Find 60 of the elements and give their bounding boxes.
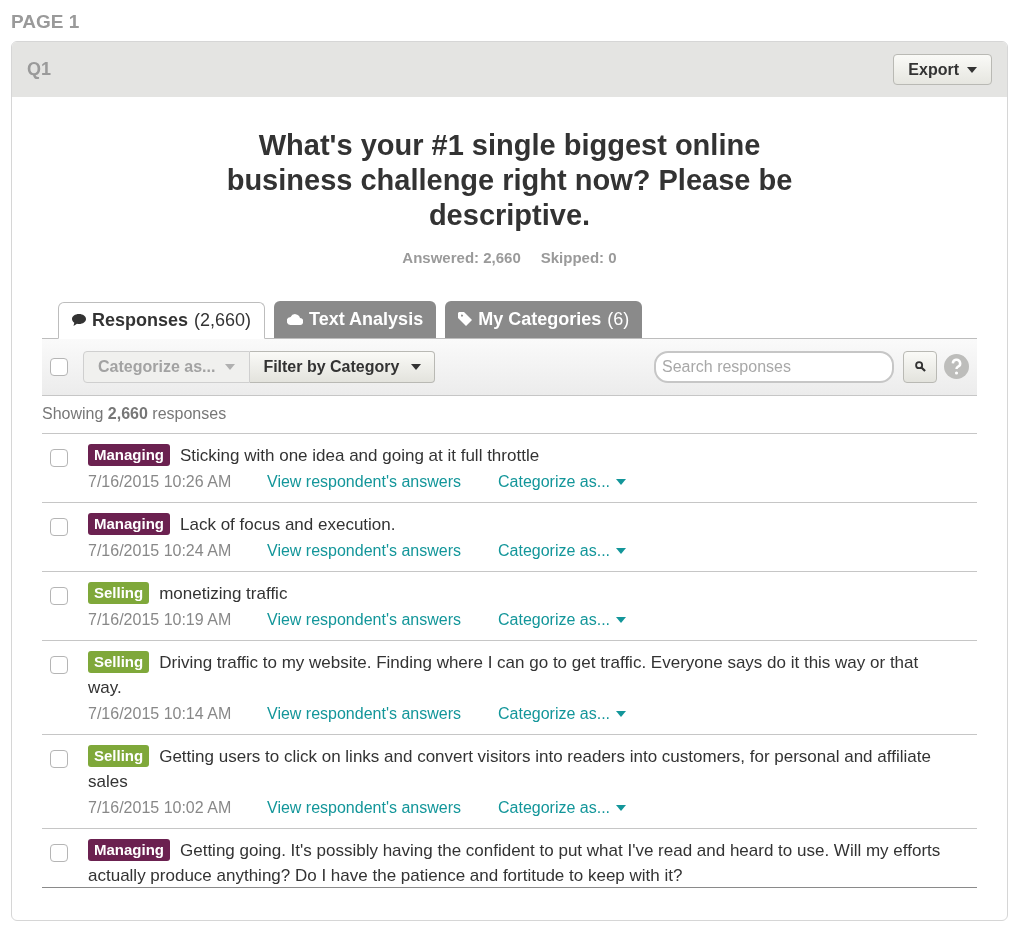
category-tag: Selling xyxy=(88,581,150,604)
response-date: 7/16/2015 10:19 AM xyxy=(88,609,233,630)
checkbox[interactable] xyxy=(50,586,68,605)
checkbox[interactable] xyxy=(50,843,68,862)
response-date: 7/16/2015 10:02 AM xyxy=(88,797,233,818)
view-answers-link[interactable]: View respondent's answers xyxy=(267,795,498,820)
tag-icon xyxy=(458,312,473,326)
category-tag: Selling xyxy=(88,744,150,767)
view-answers-link[interactable]: View respondent's answers xyxy=(267,701,498,726)
caret-icon xyxy=(616,616,627,623)
question-number: Q1 xyxy=(27,58,51,81)
caret-icon xyxy=(411,363,422,370)
export-button[interactable]: Export xyxy=(893,54,992,85)
response-text: Managing Lack of focus and execution. xyxy=(88,511,943,537)
showing-count: Showing 2,660 responses xyxy=(42,404,227,424)
response-text: Managing Getting going. It's possibly having the confident to put what I've read and heard to use. Will my efforts actually produce anything? Do I have the patience and fortitude to keep with it? xyxy=(88,837,942,887)
tab[interactable]: My Categories (6) xyxy=(445,300,643,338)
help-icon[interactable] xyxy=(944,354,969,379)
caret-icon xyxy=(967,66,977,73)
checkbox[interactable] xyxy=(50,357,68,376)
categorize-link[interactable]: Categorize as... xyxy=(498,607,627,632)
checkbox[interactable] xyxy=(50,655,68,674)
caret-icon xyxy=(616,710,627,717)
cloud-icon xyxy=(287,313,304,325)
response-text: Selling monetizing traffic xyxy=(88,580,943,606)
stat-text: Answered: 2,660 xyxy=(402,248,521,268)
categorize-link[interactable]: Categorize as... xyxy=(498,538,627,563)
tab[interactable]: Responses (2,660) xyxy=(58,301,266,339)
category-tag: Managing xyxy=(88,512,170,535)
tab[interactable]: Text Analysis xyxy=(274,300,437,338)
category-tag: Selling xyxy=(88,650,150,673)
caret-icon xyxy=(616,804,627,811)
filter-dropdown[interactable]: Filter by Category xyxy=(250,350,436,383)
stat-text: Skipped: 0 xyxy=(540,248,617,268)
response-date: 7/16/2015 10:24 AM xyxy=(88,540,233,561)
view-answers-link[interactable]: View respondent's answers xyxy=(267,469,498,494)
search-icon xyxy=(914,361,926,372)
page-title: PAGE 1 xyxy=(11,10,81,34)
question-title: What's your #1 single biggest online business challenge right now? Please be descriptive. xyxy=(225,128,794,233)
categorize-link[interactable]: Categorize as... xyxy=(498,795,627,820)
view-answers-link[interactable]: View respondent's answers xyxy=(267,607,498,632)
categorize-link[interactable]: Categorize as... xyxy=(498,701,627,726)
response-text: Managing Sticking with one idea and going at it full throttle xyxy=(88,442,943,468)
caret-icon xyxy=(225,363,236,370)
caret-icon xyxy=(616,547,627,554)
response-date: 7/16/2015 10:14 AM xyxy=(88,703,233,724)
checkbox[interactable] xyxy=(50,448,68,467)
category-tag: Managing xyxy=(88,443,170,466)
view-answers-link[interactable]: View respondent's answers xyxy=(267,538,498,563)
checkbox[interactable] xyxy=(50,517,68,536)
search-field[interactable]: Search responses xyxy=(654,350,894,383)
checkbox[interactable] xyxy=(50,749,68,768)
category-tag: Managing xyxy=(88,838,170,861)
response-text: Selling Getting users to click on links and convert visitors into readers into customers, for personal and affiliate sales xyxy=(88,743,932,793)
speech-bubble-icon xyxy=(72,314,86,326)
response-text: Selling Driving traffic to my website. Finding where I can go to get traffic. Everyone says do it this way or that way. xyxy=(88,649,920,699)
response-date: 7/16/2015 10:26 AM xyxy=(88,471,233,492)
search-button[interactable] xyxy=(903,350,937,383)
categorize-link[interactable]: Categorize as... xyxy=(498,469,627,494)
caret-icon xyxy=(616,478,627,485)
